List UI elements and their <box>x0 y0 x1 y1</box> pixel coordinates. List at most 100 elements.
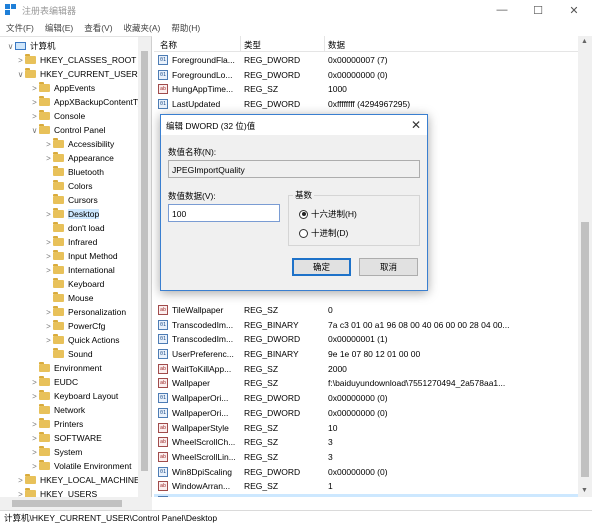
tree-item[interactable]: > System <box>30 445 82 459</box>
ok-button[interactable]: 确定 <box>292 258 351 276</box>
tree-item[interactable]: > Keyboard Layout <box>30 389 118 403</box>
chevron-right-icon[interactable]: > <box>30 389 39 403</box>
tree-item[interactable]: > EUDC <box>30 375 78 389</box>
chevron-right-icon[interactable]: > <box>30 445 39 459</box>
scroll-thumb[interactable] <box>141 51 148 471</box>
tree-item[interactable]: > Volatile Environment <box>30 459 132 473</box>
tree-item[interactable]: don't load <box>44 221 105 235</box>
tree-item[interactable]: > Accessibility <box>44 137 114 151</box>
value-row[interactable]: 01 TranscodedIm... REG_BINARY 7a c3 01 00 a… <box>154 318 578 333</box>
chevron-right-icon[interactable]: > <box>44 151 53 165</box>
chevron-right-icon[interactable]: > <box>30 109 39 123</box>
tree-item[interactable]: > Appearance <box>44 151 114 165</box>
tree-item[interactable]: > Input Method <box>44 249 118 263</box>
chevron-right-icon[interactable]: > <box>44 333 53 347</box>
tree-item[interactable]: > HKEY_CLASSES_ROOT <box>16 53 136 67</box>
value-row[interactable]: 01 ForegroundLo... REG_DWORD 0x00000000 (0) <box>154 68 578 83</box>
value-row[interactable]: 01 UserPreferenc... REG_BINARY 9e 1e 07 80 … <box>154 347 578 362</box>
tree-item[interactable]: > Desktop <box>44 207 100 221</box>
value-row[interactable]: ab WallpaperStyle REG_SZ 10 <box>154 421 578 436</box>
close-button[interactable]: ✕ <box>556 0 592 20</box>
tree-item[interactable]: Cursors <box>44 193 98 207</box>
value-row[interactable]: ab WheelScrollLin... REG_SZ 3 <box>154 450 578 465</box>
dec-radio-option[interactable]: 十进制(D) <box>299 227 348 239</box>
value-row[interactable]: ab TileWallpaper REG_SZ 0 <box>154 303 578 318</box>
value-row[interactable]: ab WheelScrollCh... REG_SZ 3 <box>154 435 578 450</box>
tree-horizontal-scrollbar[interactable] <box>0 497 152 510</box>
chevron-right-icon[interactable]: > <box>44 319 53 333</box>
tree-item[interactable]: Mouse <box>44 291 94 305</box>
cancel-button[interactable]: 取消 <box>359 258 418 276</box>
chevron-right-icon[interactable]: > <box>30 459 39 473</box>
chevron-right-icon[interactable]: > <box>16 53 25 67</box>
radio-checked-icon[interactable] <box>299 209 308 219</box>
tree-item[interactable]: > Quick Actions <box>44 333 120 347</box>
tree-item[interactable]: > Printers <box>30 417 83 431</box>
tree-item[interactable]: Network <box>30 403 85 417</box>
tree-item[interactable]: ∨ HKEY_CURRENT_USER <box>16 67 138 81</box>
tree-item[interactable]: > Console <box>30 109 85 123</box>
hex-radio-option[interactable]: 十六进制(H) <box>299 208 357 220</box>
tree-item[interactable]: > PowerCfg <box>44 319 105 333</box>
tree-item[interactable]: Keyboard <box>44 277 104 291</box>
minimize-button[interactable]: — <box>484 0 520 20</box>
column-type[interactable]: 类型 <box>244 39 261 51</box>
chevron-down-icon[interactable]: ∨ <box>6 39 15 53</box>
menu-edit[interactable]: 编辑(E) <box>45 22 73 34</box>
dialog-close-icon[interactable]: ✕ <box>411 118 421 132</box>
menu-file[interactable]: 文件(F) <box>6 22 34 34</box>
column-data[interactable]: 数据 <box>328 39 345 51</box>
value-row[interactable]: 01 Win8DpiScaling REG_DWORD 0x00000000 (0) <box>154 465 578 480</box>
tree-item[interactable]: Colors <box>44 179 93 193</box>
list-vertical-scrollbar[interactable]: ▲ ▼ <box>578 36 592 497</box>
scroll-down-icon[interactable]: ▼ <box>581 487 588 494</box>
tree-item[interactable]: Bluetooth <box>44 165 104 179</box>
chevron-down-icon[interactable]: ∨ <box>16 67 25 81</box>
tree-item[interactable]: > Infrared <box>44 235 97 249</box>
tree-item[interactable]: > HKEY_LOCAL_MACHINE <box>16 473 140 487</box>
value-row[interactable]: 01 JPEGImportQu...REG_DWORD 0x00000000 (0) <box>154 494 578 497</box>
tree-item[interactable]: > International <box>44 263 115 277</box>
tree-vertical-scrollbar[interactable] <box>138 37 151 497</box>
chevron-down-icon[interactable]: ∨ <box>30 123 39 137</box>
value-row[interactable]: 01 LastUpdated REG_DWORD 0xffffffff (429496… <box>154 97 578 112</box>
menu-favorites[interactable]: 收藏夹(A) <box>124 22 161 34</box>
chevron-right-icon[interactable]: > <box>44 249 53 263</box>
chevron-right-icon[interactable]: > <box>44 137 53 151</box>
value-row[interactable]: 01 ForegroundFla... REG_DWORD 0x00000007 (7… <box>154 53 578 68</box>
value-row[interactable]: ab WindowArran... REG_SZ 1 <box>154 479 578 494</box>
value-row[interactable]: 01 WallpaperOri... REG_DWORD 0x00000000 (0) <box>154 391 578 406</box>
chevron-right-icon[interactable]: > <box>44 263 53 277</box>
tree-item[interactable]: Environment <box>30 361 102 375</box>
value-row[interactable]: 01 WallpaperOri... REG_DWORD 0x00000000 (0) <box>154 406 578 421</box>
chevron-right-icon[interactable]: > <box>44 235 53 249</box>
chevron-right-icon[interactable]: > <box>30 417 39 431</box>
chevron-right-icon[interactable]: > <box>30 81 39 95</box>
registry-tree[interactable]: ∨ 计算机 > HKEY_CLASSES_ROOT ∨ HKEY_CURRENT_USER… <box>0 36 152 497</box>
tree-item[interactable]: Sound <box>44 347 93 361</box>
chevron-right-icon[interactable]: > <box>30 431 39 445</box>
value-row[interactable]: ab Wallpaper REG_SZ f:\baiduyundownload\755… <box>154 376 578 391</box>
column-name[interactable]: 名称 <box>160 39 177 51</box>
value-row[interactable]: ab HungAppTime... REG_SZ 1000 <box>154 82 578 97</box>
value-row[interactable]: 01 TranscodedIm... REG_DWORD 0x00000001 (1) <box>154 332 578 347</box>
scroll-thumb[interactable] <box>581 222 589 477</box>
tree-item[interactable]: ∨ Control Panel <box>30 123 106 137</box>
chevron-right-icon[interactable]: > <box>16 473 25 487</box>
tree-item[interactable]: > Personalization <box>44 305 126 319</box>
maximize-button[interactable]: ☐ <box>520 0 556 20</box>
chevron-right-icon[interactable]: > <box>30 375 39 389</box>
tree-item[interactable]: > HKEY_USERS <box>16 487 97 497</box>
scroll-thumb[interactable] <box>12 500 122 507</box>
chevron-right-icon[interactable]: > <box>44 207 53 221</box>
chevron-right-icon[interactable]: > <box>30 95 39 109</box>
menu-help[interactable]: 帮助(H) <box>171 22 200 34</box>
tree-item[interactable]: > AppEvents <box>30 81 95 95</box>
scroll-up-icon[interactable]: ▲ <box>581 38 588 45</box>
radio-unchecked-icon[interactable] <box>299 228 308 238</box>
chevron-right-icon[interactable]: > <box>16 487 25 498</box>
tree-item[interactable]: ∨ 计算机 <box>6 39 56 53</box>
value-data-input[interactable]: 100 <box>168 204 280 222</box>
tree-item[interactable]: > SOFTWARE <box>30 431 102 445</box>
chevron-right-icon[interactable]: > <box>44 305 53 319</box>
